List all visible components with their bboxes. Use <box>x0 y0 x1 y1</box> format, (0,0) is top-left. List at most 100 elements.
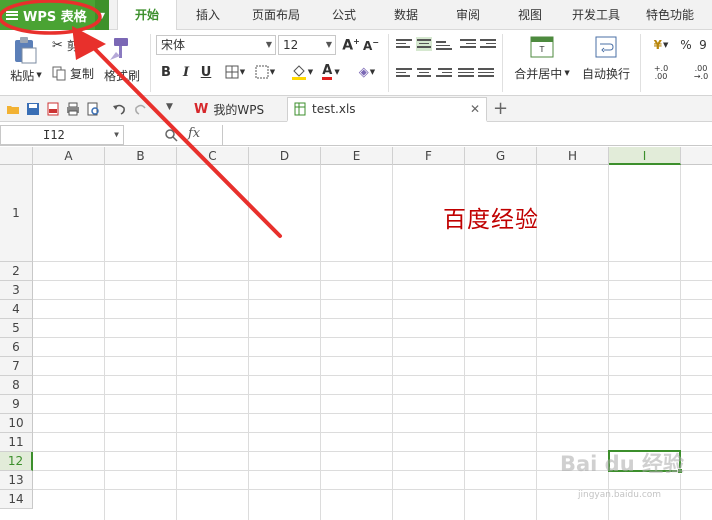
justify-button[interactable] <box>458 66 474 80</box>
column-header-a[interactable]: A <box>33 147 105 165</box>
paste-button[interactable] <box>8 34 42 66</box>
merge-center-icon-button[interactable]: T <box>528 34 556 60</box>
row-header-2[interactable]: 2 <box>0 262 33 281</box>
increase-decimal-button[interactable]: +.0 .00 <box>648 64 674 82</box>
font-color-button[interactable]: A ▼ <box>318 63 344 81</box>
font-name-combo[interactable]: 宋体 ▼ <box>156 35 276 55</box>
customize-quick-access-icon[interactable]: ▼ <box>166 102 173 112</box>
distributed-align-button[interactable] <box>478 66 494 80</box>
zoom-search-icon[interactable] <box>164 128 178 142</box>
cut-button[interactable]: ✂ 剪 <box>52 36 96 54</box>
column-header-c[interactable]: C <box>177 147 249 165</box>
insert-function-button[interactable]: fx <box>188 126 200 141</box>
row-header-10[interactable]: 10 <box>0 414 33 433</box>
increase-font-size-button[interactable]: A+ <box>342 36 360 54</box>
print-icon[interactable] <box>66 102 80 116</box>
percent-button[interactable]: % <box>678 36 694 54</box>
column-header-i[interactable]: I <box>609 147 681 165</box>
row-header-6[interactable]: 6 <box>0 338 33 357</box>
caret-down-icon: ▼ <box>369 68 376 76</box>
wrap-text-icon-button[interactable] <box>592 34 620 60</box>
merge-cells-icon: T <box>530 36 554 58</box>
row-header-1[interactable]: 1 <box>0 165 33 262</box>
italic-button[interactable]: I <box>177 63 195 81</box>
column-header-h[interactable]: H <box>537 147 609 165</box>
format-painter-button[interactable]: 格式刷 <box>102 66 142 84</box>
menu-lines-icon <box>6 10 18 20</box>
decrease-decimal-button[interactable]: .00 →.0 <box>690 64 712 82</box>
tab-review[interactable]: 审阅 <box>446 0 490 30</box>
column-header-e[interactable]: E <box>321 147 393 165</box>
formula-input[interactable] <box>222 125 712 145</box>
row-header-7[interactable]: 7 <box>0 357 33 376</box>
underline-button[interactable]: U <box>197 63 215 81</box>
cell-f1-text[interactable]: 百度经验 <box>443 200 539 234</box>
format-painter-icon-button[interactable] <box>104 34 136 64</box>
row-header-12[interactable]: 12 <box>0 452 33 471</box>
fill-pattern-button[interactable]: ▼ <box>252 63 278 81</box>
increase-font-icon: A+ <box>342 36 360 54</box>
clear-format-button[interactable]: ◈ ▼ <box>354 63 380 81</box>
tab-special-features[interactable]: 特色功能 <box>638 0 702 30</box>
caret-down-icon: ▼ <box>114 130 119 139</box>
fill-color-button[interactable]: ▼ <box>288 63 316 81</box>
tab-formulas[interactable]: 公式 <box>322 0 366 30</box>
undo-icon[interactable] <box>112 102 126 116</box>
paste-label-button[interactable]: 粘贴 ▼ <box>6 66 46 84</box>
row-header-3[interactable]: 3 <box>0 281 33 300</box>
copy-button[interactable]: 复制 <box>52 64 98 82</box>
row-header-5[interactable]: 5 <box>0 319 33 338</box>
export-pdf-icon[interactable] <box>46 102 60 116</box>
cell-pattern-icon <box>255 65 269 79</box>
tab-start[interactable]: 开始 <box>117 0 177 31</box>
thousands-separator-button[interactable]: 9 <box>696 36 710 54</box>
select-all-corner[interactable] <box>0 147 33 165</box>
column-header-d[interactable]: D <box>249 147 321 165</box>
column-header-j[interactable] <box>681 147 712 165</box>
redo-icon[interactable] <box>134 102 148 116</box>
row-header-11[interactable]: 11 <box>0 433 33 452</box>
row-header-14[interactable]: 14 <box>0 490 33 509</box>
print-preview-icon[interactable] <box>86 102 100 116</box>
align-top-button[interactable] <box>396 37 412 51</box>
new-tab-icon[interactable]: + <box>493 98 508 119</box>
row-header-13[interactable]: 13 <box>0 471 33 490</box>
ribbon-separator <box>502 34 503 92</box>
align-left-button[interactable] <box>396 66 412 80</box>
number-format-button[interactable]: ¥ ▼ <box>648 36 674 54</box>
align-right-button[interactable] <box>436 66 452 80</box>
wrap-text-button[interactable]: 自动换行 <box>578 64 634 82</box>
decrease-font-size-button[interactable]: A− <box>362 36 380 54</box>
column-header-b[interactable]: B <box>105 147 177 165</box>
row-header-4[interactable]: 4 <box>0 300 33 319</box>
open-folder-icon[interactable] <box>6 102 20 116</box>
grid-line <box>33 356 712 357</box>
align-center-button[interactable] <box>416 66 432 80</box>
align-middle-button[interactable] <box>416 37 432 51</box>
tab-page-layout[interactable]: 页面布局 <box>244 0 308 30</box>
close-tab-icon[interactable]: ✕ <box>470 102 480 116</box>
align-bottom-button[interactable] <box>436 39 452 53</box>
grid-line <box>176 165 177 520</box>
save-icon[interactable] <box>26 102 40 116</box>
tab-developer[interactable]: 开发工具 <box>565 0 627 30</box>
app-menu-button[interactable]: WPS 表格 <box>0 0 95 30</box>
column-header-g[interactable]: G <box>465 147 537 165</box>
tab-data[interactable]: 数据 <box>384 0 428 30</box>
tab-view[interactable]: 视图 <box>508 0 552 30</box>
decrease-indent-button[interactable] <box>460 37 476 51</box>
name-box[interactable]: I12 ▼ <box>0 125 124 145</box>
tab-insert[interactable]: 插入 <box>186 0 230 30</box>
column-header-f[interactable]: F <box>393 147 465 165</box>
bold-button[interactable]: B <box>157 63 175 81</box>
increase-indent-button[interactable] <box>480 37 496 51</box>
app-menu-dropdown-button[interactable]: ▼ <box>95 0 109 30</box>
border-button[interactable]: ▼ <box>222 63 248 81</box>
doc-tab-my-wps[interactable]: W 我的WPS <box>186 97 272 122</box>
ribbon-separator <box>150 34 151 92</box>
merge-center-button[interactable]: 合并居中 ▼ <box>510 64 574 82</box>
font-size-combo[interactable]: 12 ▼ <box>278 35 336 55</box>
doc-tab-test-xls[interactable]: test.xls ✕ <box>287 97 487 122</box>
row-header-8[interactable]: 8 <box>0 376 33 395</box>
row-header-9[interactable]: 9 <box>0 395 33 414</box>
